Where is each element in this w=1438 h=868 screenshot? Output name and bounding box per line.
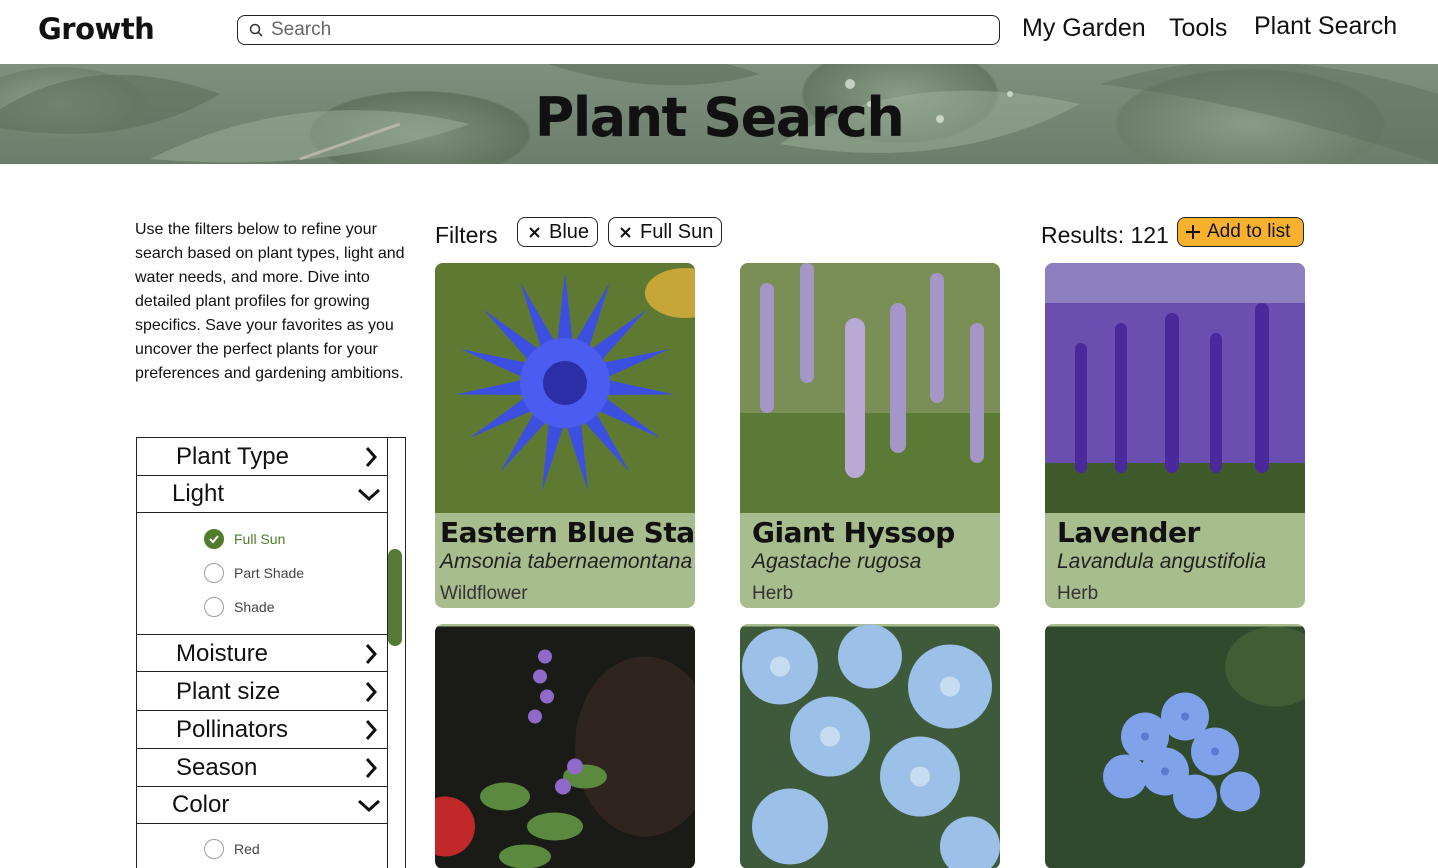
filter-category-season[interactable]: Season — [137, 749, 388, 787]
option-label: Red — [234, 841, 260, 857]
check-icon — [209, 535, 219, 544]
plant-name: Eastern Blue Star — [440, 516, 695, 549]
option-label: Full Sun — [234, 531, 286, 547]
filter-category-plant-size[interactable]: Plant size — [137, 673, 388, 711]
chip-label: Blue — [549, 220, 590, 243]
plant-photo — [740, 624, 1000, 868]
search-bar[interactable] — [237, 15, 1000, 45]
filter-chip-full-sun[interactable]: Full Sun — [608, 217, 723, 247]
category-label: Moisture — [176, 640, 269, 667]
filter-list: Plant Type Light Full Sun Part Shade Sha… — [137, 438, 388, 868]
filter-category-pollinators[interactable]: Pollinators — [137, 711, 388, 749]
plant-card[interactable] — [1045, 624, 1305, 868]
category-label: Season — [176, 754, 258, 781]
category-label: Color — [172, 791, 230, 818]
plant-type: Herb — [1057, 583, 1099, 604]
chip-label: Full Sun — [640, 220, 714, 243]
plus-icon — [1186, 225, 1200, 239]
plant-card[interactable]: Giant Hyssop Agastache rugosa Herb — [740, 263, 1000, 608]
plant-scientific-name: Amsonia tabernaemontana — [440, 550, 693, 573]
plant-card[interactable] — [740, 624, 1000, 868]
page-title: Plant Search — [534, 86, 905, 149]
category-label: Plant Type — [176, 443, 289, 470]
chevron-right-icon — [365, 447, 378, 467]
intro-text: Use the filters below to refine your sea… — [135, 221, 405, 382]
filter-category-color[interactable]: Color — [137, 786, 388, 824]
plant-photo — [1045, 626, 1305, 868]
plant-scientific-name: Lavandula angustifolia — [1057, 550, 1266, 573]
plant-photo — [740, 263, 1000, 513]
nav-my-garden[interactable]: My Garden — [1022, 14, 1146, 43]
nav-plant-search[interactable]: Plant Search — [1254, 12, 1397, 41]
logo[interactable]: Growth — [38, 12, 155, 46]
chevron-right-icon — [365, 682, 378, 702]
add-to-list-label: Add to list — [1207, 221, 1291, 242]
search-input[interactable] — [271, 19, 951, 41]
plant-card[interactable]: Eastern Blue Star Amsonia tabernaemontan… — [435, 263, 695, 608]
category-label: Pollinators — [176, 716, 289, 743]
scrollbar-thumb[interactable] — [388, 549, 402, 646]
chevron-right-icon — [365, 720, 378, 740]
option-full-sun[interactable]: Full Sun — [204, 529, 285, 549]
checkbox[interactable] — [204, 563, 224, 583]
checkbox[interactable] — [204, 597, 224, 617]
results-count: Results: 121 — [1041, 222, 1169, 248]
hero-banner: Plant Search — [0, 64, 1438, 164]
category-label: Light — [172, 480, 225, 507]
plant-photo — [1045, 263, 1305, 513]
nav-tools[interactable]: Tools — [1169, 14, 1227, 43]
option-label: Part Shade — [234, 565, 305, 581]
option-part-shade[interactable]: Part Shade — [204, 563, 304, 583]
top-bar: Growth My Garden Tools Plant Search — [0, 0, 1438, 64]
plant-card[interactable] — [435, 624, 695, 868]
option-red[interactable]: Red — [204, 839, 260, 859]
plant-type: Herb — [752, 583, 794, 604]
plant-card[interactable]: Lavender Lavandula angustifolia Herb — [1045, 263, 1305, 608]
option-label: Shade — [234, 599, 275, 615]
filter-category-plant-type[interactable]: Plant Type — [137, 438, 388, 476]
plant-name: Lavender — [1057, 516, 1200, 549]
checkbox[interactable] — [204, 839, 224, 859]
plant-name: Giant Hyssop — [752, 516, 955, 549]
add-to-list-button[interactable]: Add to list — [1177, 217, 1304, 247]
chevron-down-icon — [357, 799, 381, 813]
plant-photo — [435, 626, 695, 868]
chevron-right-icon — [365, 758, 378, 778]
chevron-right-icon — [365, 644, 378, 664]
filter-category-moisture[interactable]: Moisture — [137, 634, 388, 672]
checkbox-checked[interactable] — [204, 529, 224, 549]
search-icon — [249, 23, 263, 37]
category-label: Plant size — [176, 678, 281, 705]
plant-photo — [435, 263, 695, 513]
filter-category-light[interactable]: Light — [137, 475, 388, 513]
filter-panel: Plant Type Light Full Sun Part Shade Sha… — [136, 437, 406, 868]
chevron-down-icon — [357, 488, 381, 502]
plant-scientific-name: Agastache rugosa — [752, 550, 922, 573]
filter-chip-blue[interactable]: Blue — [517, 217, 599, 247]
filters-label: Filters — [435, 222, 498, 248]
option-shade[interactable]: Shade — [204, 597, 274, 617]
close-icon[interactable] — [528, 226, 541, 239]
close-icon[interactable] — [619, 226, 632, 239]
plant-type: Wildflower — [440, 583, 528, 604]
